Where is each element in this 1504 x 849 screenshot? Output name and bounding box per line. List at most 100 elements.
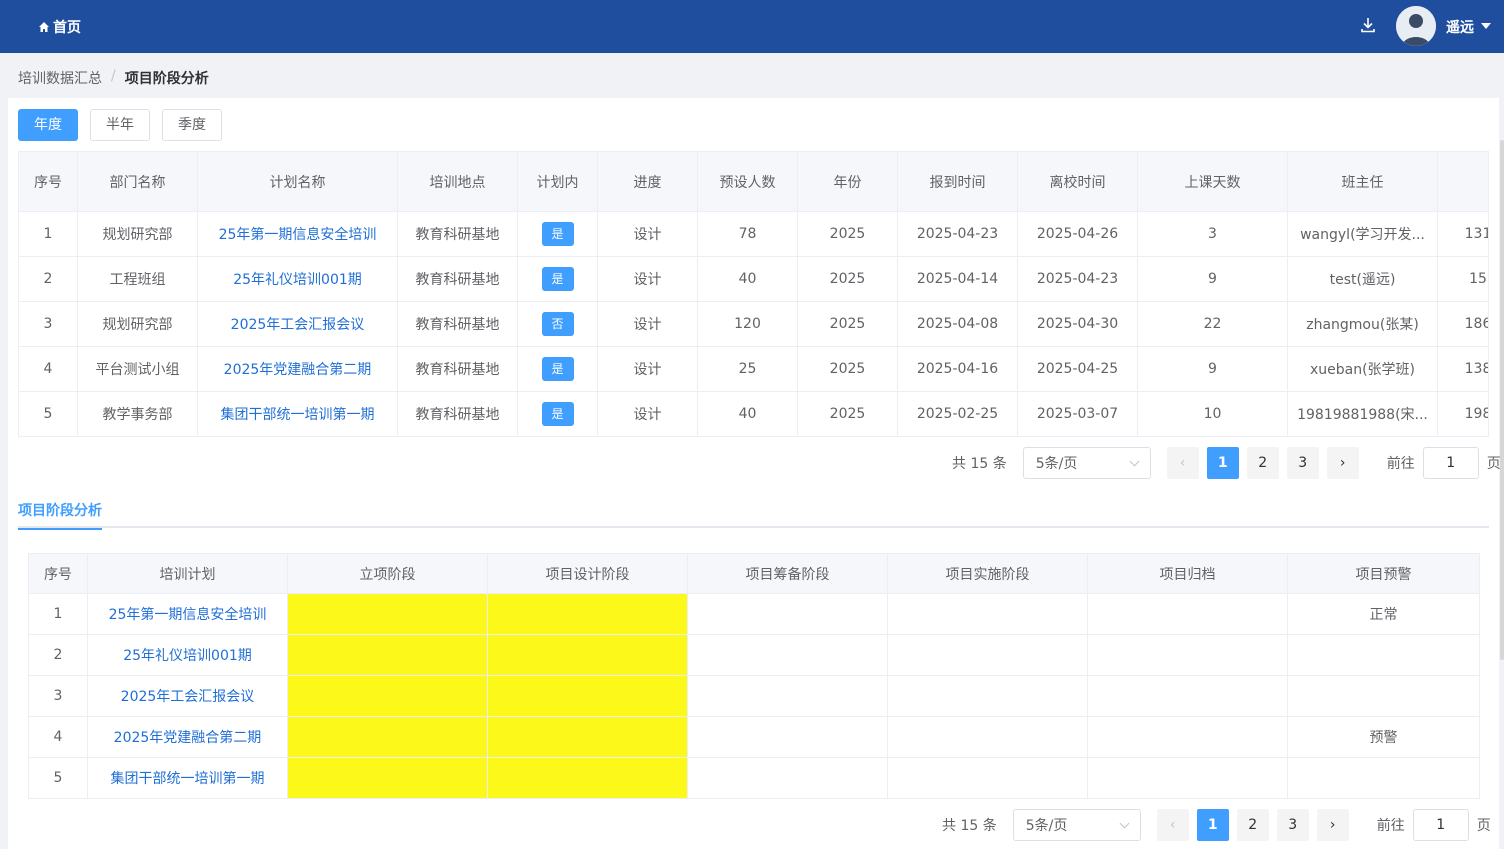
stage-cell-stage-preparation — [687, 716, 888, 758]
page-button-1[interactable]: 1 — [1206, 447, 1239, 479]
period-button-year[interactable]: 年度 — [18, 109, 78, 141]
stage-cell-stage-preparation — [687, 757, 888, 799]
table-cell-year: 2025 — [797, 301, 898, 347]
table-cell-plan[interactable]: 2025年工会汇报会议 — [87, 675, 288, 717]
table-cell-people: 25 — [697, 346, 798, 392]
table-cell-no: 3 — [28, 675, 88, 717]
column-header: 序号 — [28, 553, 88, 594]
period-button-quarter[interactable]: 季度 — [162, 109, 222, 141]
prev-page-button[interactable]: ‹ — [1166, 447, 1199, 479]
table-cell-start: 2025-02-25 — [897, 391, 1018, 437]
plan-name-link[interactable]: 25年礼仪培训001期 — [233, 272, 362, 288]
page-button-2[interactable]: 2 — [1246, 447, 1279, 479]
plan-name-link[interactable]: 2025年工会汇报会议 — [231, 317, 365, 333]
in-plan-tag: 否 — [541, 312, 574, 336]
page-button-3[interactable]: 3 — [1286, 447, 1319, 479]
table-cell-extra: 198 — [1437, 391, 1488, 437]
table-cell-warning — [1287, 634, 1480, 676]
stage-cell-stage-archive — [1087, 675, 1288, 717]
page-button-3[interactable]: 3 — [1276, 809, 1309, 841]
page-size-select[interactable]: 5条/页 — [1022, 447, 1151, 479]
home-label: 首页 — [53, 20, 81, 36]
table-cell-plan[interactable]: 2025年党建融合第二期 — [87, 716, 288, 758]
page-size-select[interactable]: 5条/页 — [1012, 809, 1141, 841]
table-row: 4 2025年党建融合第二期 预警 — [28, 716, 1480, 758]
plan-name-link[interactable]: 25年第一期信息安全培训 — [219, 227, 377, 243]
table-cell-plan[interactable]: 25年礼仪培训001期 — [197, 256, 398, 302]
goto-page-input[interactable]: 1 — [1412, 809, 1469, 841]
stage-cell-stage-preparation — [687, 593, 888, 635]
stage-cell-stage-initiation — [287, 675, 488, 717]
table-cell-no: 1 — [18, 211, 78, 257]
plan-name-link[interactable]: 2025年党建融合第二期 — [224, 362, 372, 378]
in-plan-tag: 是 — [541, 402, 574, 426]
breadcrumb-parent[interactable]: 培训数据汇总 — [18, 68, 102, 88]
table-cell-days: 22 — [1137, 301, 1288, 347]
table-row: 1 25年第一期信息安全培训 正常 — [28, 593, 1480, 635]
table-cell-plan[interactable]: 25年礼仪培训001期 — [87, 634, 288, 676]
pagination-top: 共 15 条 5条/页 ‹ 1 2 3 › 前往 1 页 — [952, 447, 1501, 479]
table-cell-start: 2025-04-14 — [897, 256, 1018, 302]
table-cell-plan[interactable]: 2025年工会汇报会议 — [197, 301, 398, 347]
plan-table-container[interactable]: 序号 部门名称 计划名称 培训地点 计划内 进度 预设人数 年份 报到时间 离校时间 上课天数 班主任… — [18, 151, 1489, 437]
plan-name-link[interactable]: 2025年党建融合第二期 — [114, 730, 262, 746]
in-plan-tag: 是 — [541, 357, 574, 381]
plan-name-link[interactable]: 集团干部统一培训第一期 — [111, 771, 265, 787]
page-button-2[interactable]: 2 — [1236, 809, 1269, 841]
column-header: 进度 — [597, 151, 698, 212]
table-cell-plan[interactable]: 25年第一期信息安全培训 — [197, 211, 398, 257]
table-cell-plan[interactable]: 2025年党建融合第二期 — [197, 346, 398, 392]
table-cell-start: 2025-04-23 — [897, 211, 1018, 257]
table-cell-dept: 规划研究部 — [77, 211, 198, 257]
prev-page-button[interactable]: ‹ — [1156, 809, 1189, 841]
column-header: 计划内 — [517, 151, 598, 212]
next-page-button[interactable]: › — [1316, 809, 1349, 841]
plan-name-link[interactable]: 2025年工会汇报会议 — [121, 689, 255, 705]
table-cell-days: 10 — [1137, 391, 1288, 437]
table-cell-year: 2025 — [797, 391, 898, 437]
goto-page-input[interactable]: 1 — [1422, 447, 1479, 479]
download-icon[interactable] — [1359, 16, 1377, 34]
table-cell-days: 9 — [1137, 256, 1288, 302]
avatar[interactable] — [1396, 6, 1436, 46]
table-row: 5 集团干部统一培训第一期 — [28, 757, 1480, 799]
table-cell-year: 2025 — [797, 256, 898, 302]
table-cell-plan[interactable]: 集团干部统一培训第一期 — [197, 391, 398, 437]
column-header: 序号 — [18, 151, 78, 212]
table-cell-plan[interactable]: 25年第一期信息安全培训 — [87, 593, 288, 635]
stage-cell-stage-archive — [1087, 757, 1288, 799]
home-link[interactable]: 首页 — [38, 17, 81, 37]
column-header: 项目筹备阶段 — [687, 553, 888, 594]
column-header: 离校时间 — [1017, 151, 1138, 212]
table-header-row: 序号 部门名称 计划名称 培训地点 计划内 进度 预设人数 年份 报到时间 离校时间 上课天数 班主任 — [18, 151, 1488, 212]
in-plan-tag: 是 — [541, 267, 574, 291]
page-button-1[interactable]: 1 — [1196, 809, 1229, 841]
table-cell-end: 2025-04-26 — [1017, 211, 1138, 257]
stage-cell-stage-archive — [1087, 593, 1288, 635]
user-name[interactable]: 遥远 — [1446, 17, 1474, 37]
period-button-group: 年度 半年 季度 — [18, 109, 222, 141]
table-cell-extra: 131 — [1437, 211, 1488, 257]
table-cell-year: 2025 — [797, 346, 898, 392]
plan-name-link[interactable]: 集团干部统一培训第一期 — [221, 407, 375, 423]
stage-cell-stage-preparation — [687, 634, 888, 676]
table-row: 3 2025年工会汇报会议 — [28, 675, 1480, 717]
table-cell-plan[interactable]: 集团干部统一培训第一期 — [87, 757, 288, 799]
user-menu-caret-icon[interactable] — [1481, 23, 1491, 29]
vertical-scrollbar[interactable] — [1500, 140, 1504, 660]
period-button-half-year[interactable]: 半年 — [90, 109, 150, 141]
table-cell-progress: 设计 — [597, 301, 698, 347]
column-header: 项目实施阶段 — [887, 553, 1088, 594]
plan-name-link[interactable]: 25年第一期信息安全培训 — [109, 607, 267, 623]
plan-name-link[interactable]: 25年礼仪培训001期 — [123, 648, 252, 664]
next-page-button[interactable]: › — [1326, 447, 1359, 479]
stage-cell-stage-implementation — [887, 757, 1088, 799]
column-header: 班主任 — [1287, 151, 1438, 212]
table-cell-inplan: 否 — [517, 301, 598, 347]
table-cell-teacher: 19819881988(宋... — [1287, 391, 1438, 437]
stage-cell-stage-implementation — [887, 716, 1088, 758]
table-header-row: 序号 培训计划 立项阶段 项目设计阶段 项目筹备阶段 项目实施阶段 项目归档 项目预警 — [28, 553, 1480, 594]
table-cell-teacher: test(遥远) — [1287, 256, 1438, 302]
table-cell-teacher: wangyl(学习开发... — [1287, 211, 1438, 257]
stage-cell-stage-initiation — [287, 634, 488, 676]
